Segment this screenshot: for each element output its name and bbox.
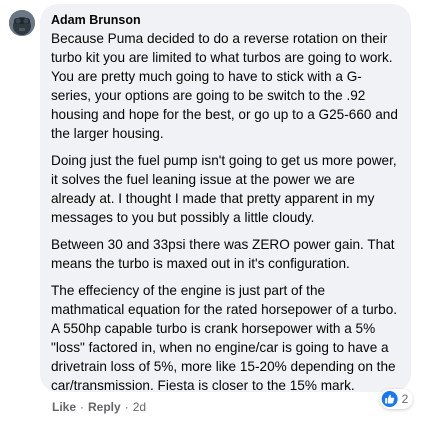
reply-button[interactable]: Reply <box>88 399 121 415</box>
comment: Adam Brunson Because Puma decided to do … <box>0 0 426 422</box>
comment-paragraph: Between 30 and 33psi there was ZERO powe… <box>51 237 395 271</box>
reaction-summary[interactable]: 2 <box>379 389 413 409</box>
comment-body: Because Puma decided to do a reverse rot… <box>51 29 400 395</box>
comment-actions: Like · Reply · 2d <box>52 399 146 415</box>
comment-bubble: Adam Brunson Because Puma decided to do … <box>40 4 411 395</box>
comment-paragraph: The effeciency of the engine is just par… <box>51 283 398 393</box>
avatar-image <box>9 10 35 36</box>
like-button[interactable]: Like <box>52 399 76 415</box>
separator: · <box>80 400 85 414</box>
separator: · <box>124 400 129 414</box>
author-name[interactable]: Adam Brunson <box>51 12 400 28</box>
like-thumbs-up-icon <box>381 391 398 407</box>
reaction-count: 2 <box>401 392 409 406</box>
comment-paragraph: Doing just the fuel pump isn't going to … <box>51 153 397 225</box>
comment-paragraph: Because Puma decided to do a reverse rot… <box>51 31 398 141</box>
timestamp[interactable]: 2d <box>133 399 146 415</box>
avatar[interactable] <box>9 10 35 36</box>
